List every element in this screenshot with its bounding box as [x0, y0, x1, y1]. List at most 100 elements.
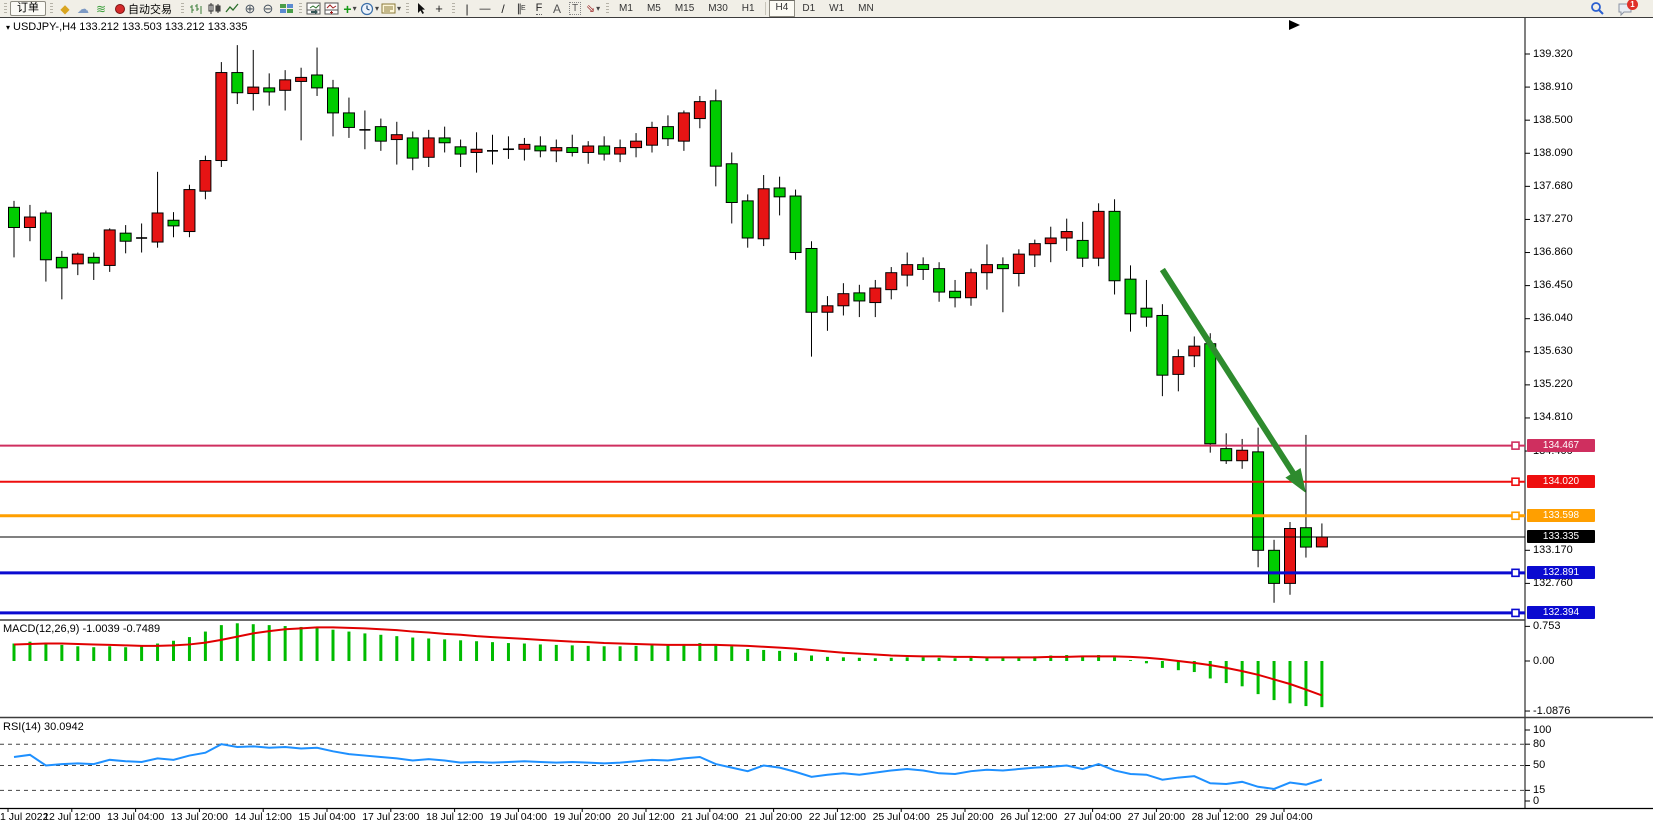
timeframe-mn[interactable]: MN [851, 1, 881, 16]
macd-histogram [14, 623, 1322, 707]
main-toolbar: 订单 ◆☁≋ 自动交易 ⊕⊖ +▾▾▾ + |—/∥EFAT⇘▾ M1M5M15… [0, 0, 1653, 18]
chart-shift-marker [1289, 20, 1300, 30]
price-tag-133.598: 133.598 [1527, 509, 1595, 522]
label-icon[interactable]: T [567, 1, 583, 16]
chevron-down-icon[interactable]: ▾ [596, 4, 600, 13]
signals-icon-glyph: ≋ [96, 2, 106, 16]
chart-bars-icon[interactable] [188, 1, 204, 16]
candlesticks [9, 45, 1328, 603]
cursor-icon[interactable] [413, 1, 429, 16]
toolbar-grip[interactable] [50, 3, 53, 15]
timeframe-m1[interactable]: M1 [612, 1, 640, 16]
add-chart-icon[interactable]: +▾ [342, 1, 358, 16]
timeframe-h1[interactable]: H1 [735, 1, 762, 16]
toolbar-grip[interactable] [606, 3, 609, 15]
level-anchor [1512, 569, 1519, 576]
trendline-icon-glyph: / [501, 2, 504, 16]
search-icon[interactable] [1589, 1, 1605, 16]
rsi-line [14, 744, 1322, 789]
toolbar-group-objects: | — / ∥E FAT⇘▾ [448, 1, 602, 16]
timeframe-m5[interactable]: M5 [640, 1, 668, 16]
trend-arrow-head[interactable] [1285, 468, 1306, 493]
arrows-icon[interactable]: ⇘▾ [585, 1, 601, 16]
toolbar-group-windows: +▾▾▾ [295, 1, 402, 16]
price-tick-138.500: 138.500 [1533, 114, 1573, 126]
chart-menu-marker[interactable]: ▾ [6, 23, 10, 32]
trendline-icon[interactable]: / [495, 1, 511, 16]
chart-canvas[interactable] [0, 0, 1653, 828]
price-tag-134.020: 134.020 [1527, 475, 1595, 488]
toolbar-grip[interactable] [181, 3, 184, 15]
price-tag-132.891: 132.891 [1527, 566, 1595, 579]
rsi-tick-80: 80 [1533, 738, 1545, 750]
toolbar-group-chart-modes: ⊕⊖ [177, 1, 295, 16]
level-anchor [1512, 609, 1519, 616]
toolbar-grip[interactable] [406, 3, 409, 15]
horizontal-line-icon-glyph: — [480, 3, 491, 15]
add-chart-icon-glyph: + [343, 1, 351, 17]
toolbar-grip[interactable] [299, 3, 302, 15]
price-tick-135.220: 135.220 [1533, 378, 1573, 390]
price-tick-136.450: 136.450 [1533, 279, 1573, 291]
indicator-subwindow-icon[interactable] [324, 1, 340, 16]
timeframe-m15[interactable]: M15 [668, 1, 701, 16]
price-tick-137.680: 137.680 [1533, 180, 1573, 192]
text-icon-glyph: A [553, 2, 561, 16]
autotrading-label: 自动交易 [128, 1, 172, 17]
zoom-in-icon-glyph: ⊕ [245, 1, 256, 17]
macd-tick-0.00: 0.00 [1533, 655, 1554, 667]
macd-tick--1.0876: -1.0876 [1533, 705, 1570, 717]
mt4-window: 订单 ◆☁≋ 自动交易 ⊕⊖ +▾▾▾ + |—/∥EFAT⇘▾ M1M5M15… [0, 0, 1653, 828]
level-anchor [1512, 442, 1519, 449]
price-tick-136.040: 136.040 [1533, 312, 1573, 324]
channel-icon[interactable]: ∥E [513, 1, 529, 16]
time-label-20: 29 Jul 04:00 [1247, 811, 1321, 823]
timeframe-h4[interactable]: H4 [769, 0, 796, 17]
macd-signal-line [14, 627, 1322, 695]
community-icon[interactable]: ☁ [75, 1, 91, 16]
chevron-down-icon[interactable]: ▾ [353, 4, 357, 13]
channel-label: E [521, 5, 526, 12]
fibonacci-icon[interactable]: F [531, 1, 547, 16]
crosshair-icon[interactable]: + [431, 1, 447, 16]
toolbar-grip[interactable] [4, 3, 7, 15]
toolbar-grip[interactable] [452, 3, 455, 15]
template-icon[interactable]: ▾ [381, 1, 401, 16]
chart-line-icon[interactable] [224, 1, 240, 16]
coin-icon[interactable]: ◆ [57, 1, 73, 16]
arrows-icon-glyph: ⇘ [586, 2, 595, 15]
vertical-line-icon[interactable]: | [459, 1, 475, 16]
chevron-down-icon[interactable]: ▾ [397, 4, 401, 13]
rsi-tick-100: 100 [1533, 724, 1551, 736]
vertical-line-icon-glyph: | [465, 2, 468, 16]
signals-icon[interactable]: ≋ [93, 1, 109, 16]
indicator-window-icon[interactable] [306, 1, 322, 16]
horizontal-line-icon[interactable]: — [477, 1, 493, 16]
price-tick-139.320: 139.320 [1533, 48, 1573, 60]
timeframe-w1[interactable]: W1 [822, 1, 851, 16]
price-tick-134.810: 134.810 [1533, 411, 1573, 423]
autotrading-icon [115, 4, 125, 14]
price-tick-137.270: 137.270 [1533, 213, 1573, 225]
new-order-button[interactable]: 订单 [10, 1, 46, 16]
zoom-in-icon[interactable]: ⊕ [242, 1, 258, 16]
community-icon-glyph: ☁ [77, 2, 89, 16]
timeframe-d1[interactable]: D1 [795, 1, 822, 16]
price-tick-133.170: 133.170 [1533, 544, 1573, 556]
timeframe-m30[interactable]: M30 [701, 1, 734, 16]
level-anchor [1512, 478, 1519, 485]
toolbar-group-right: 1 [1583, 1, 1639, 16]
periods-clock-icon[interactable]: ▾ [360, 1, 379, 16]
price-tag-133.335: 133.335 [1527, 530, 1595, 543]
fibonacci-icon-glyph: F [536, 2, 543, 15]
tile-windows-icon[interactable] [278, 1, 294, 16]
price-tick-136.860: 136.860 [1533, 246, 1573, 258]
chevron-down-icon[interactable]: ▾ [375, 4, 379, 13]
level-anchor [1512, 512, 1519, 519]
price-tick-138.910: 138.910 [1533, 81, 1573, 93]
text-icon[interactable]: A [549, 1, 565, 16]
zoom-out-icon[interactable]: ⊖ [260, 1, 276, 16]
chat-icon[interactable]: 1 [1617, 1, 1633, 16]
chart-candles-icon[interactable] [206, 1, 222, 16]
autotrading-button[interactable]: 自动交易 [111, 1, 176, 16]
